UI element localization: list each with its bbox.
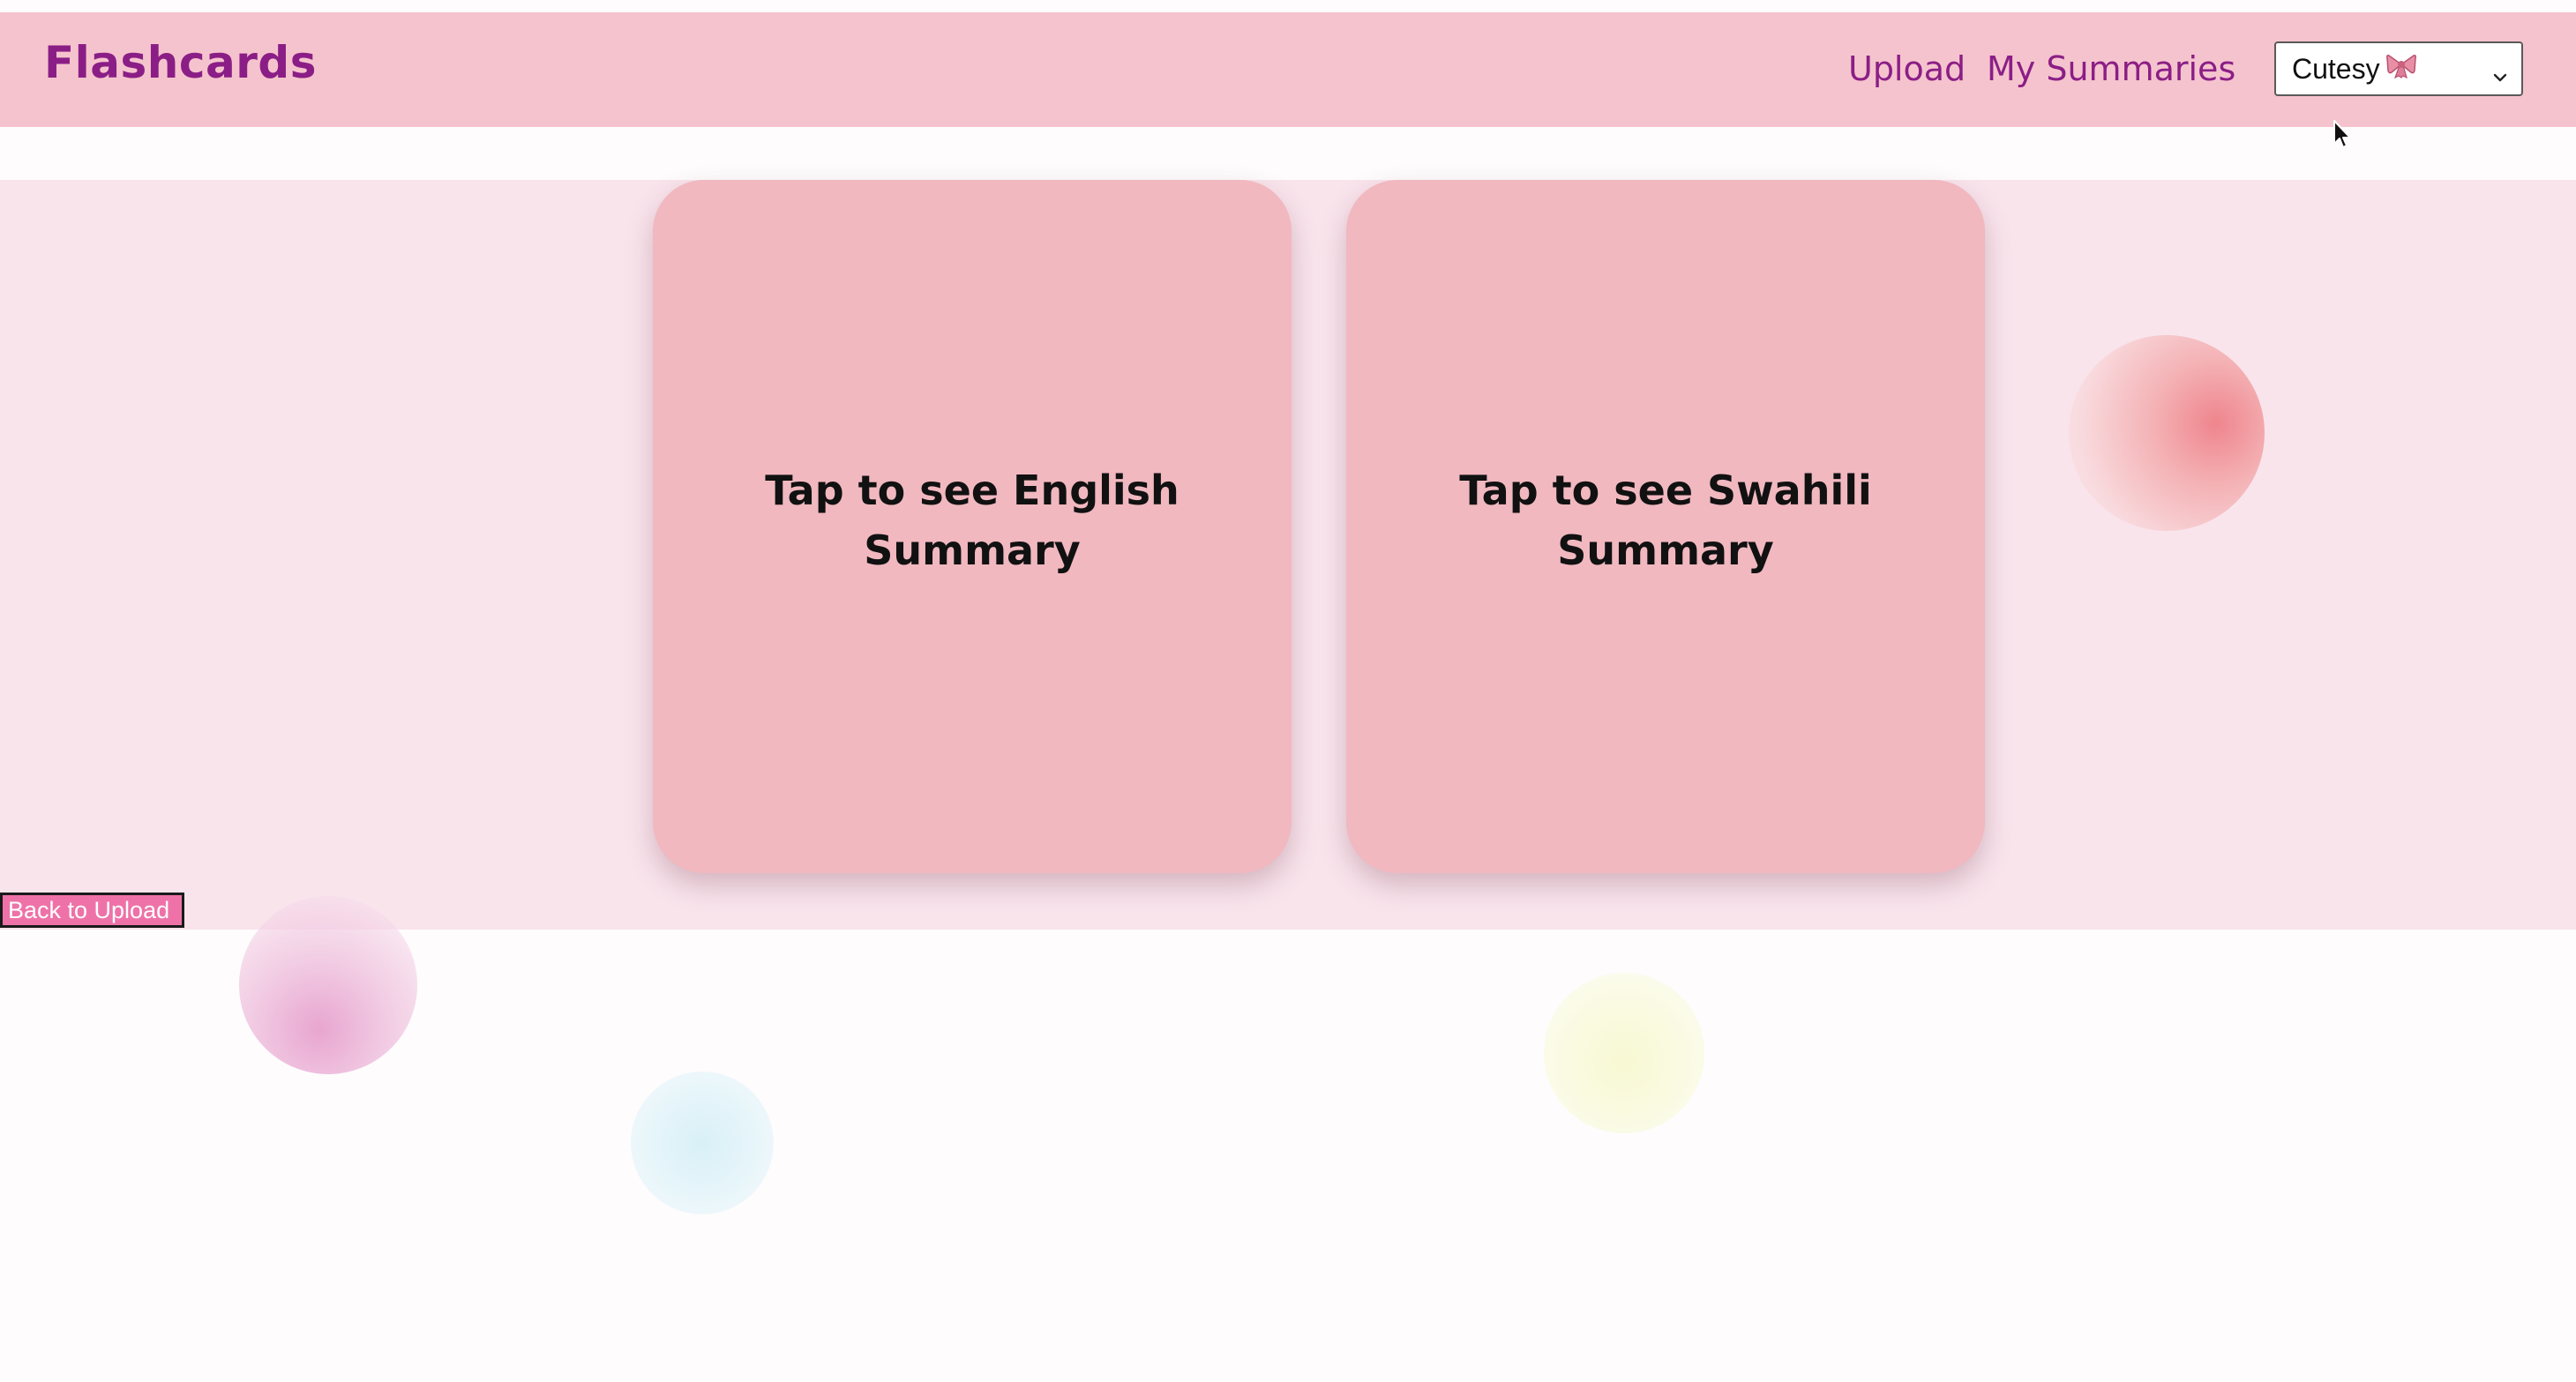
top-navbar: Flashcards Upload My Summaries Cutesy [0,12,2576,127]
theme-select-value: Cutesy [2292,53,2417,88]
theme-select-label: Cutesy [2292,53,2380,85]
decorative-bubble-blue [631,1072,774,1214]
decorative-bubble-yellow [1544,973,1704,1133]
nav-link-my-summaries[interactable]: My Summaries [1987,49,2235,88]
flashcard-english-label: Tap to see English Summary [765,467,1179,574]
back-to-upload-button[interactable]: Back to Upload [0,893,185,928]
theme-select[interactable]: Cutesy [2274,41,2523,96]
flashcard-swahili[interactable]: Tap to see Swahili Summary [1346,180,1985,873]
chevron-down-icon [2491,61,2509,82]
decorative-bubble-pink [239,896,417,1074]
flashcard-swahili-label: Tap to see Swahili Summary [1459,467,1872,574]
flashcards-page: Flashcards Upload My Summaries Cutesy Ta… [0,0,2576,1382]
flashcard-english[interactable]: Tap to see English Summary [653,180,1292,873]
nav-link-upload[interactable]: Upload [1848,49,1966,88]
brand-logo-text[interactable]: Flashcards [44,37,317,88]
decorative-bubble-red [2069,335,2265,531]
mouse-pointer-icon [2333,119,2355,154]
ribbon-bow-icon [2385,52,2417,86]
